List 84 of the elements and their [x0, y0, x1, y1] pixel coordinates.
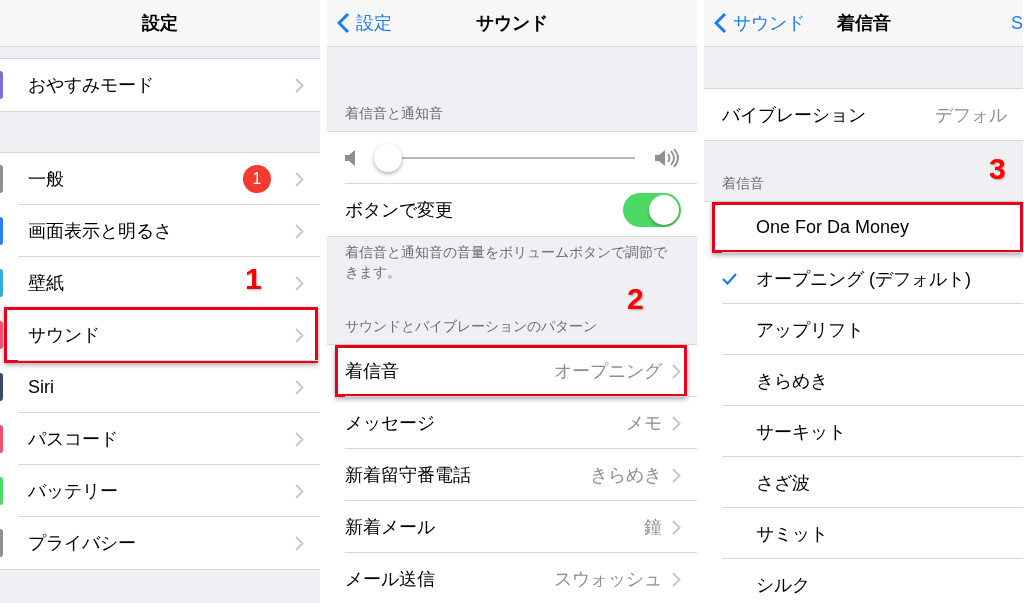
row-label: アップリフト [756, 318, 864, 342]
list-item[interactable]: バイブレーション デフォル [704, 89, 1023, 140]
back-chevron-icon [337, 12, 350, 34]
row-value: メモ [626, 412, 662, 436]
row-value: デフォル [935, 103, 1007, 127]
row-label: オープニング (デフォルト) [756, 267, 971, 291]
list-item[interactable]: プライバシー [0, 517, 320, 569]
step-number: 1 [245, 262, 262, 296]
list-item[interactable]: サミット [704, 508, 1023, 559]
row-value: スウォッシュ [554, 568, 662, 592]
row-label: おやすみモード [28, 74, 154, 97]
list-item[interactable]: シルク [704, 559, 1023, 603]
list-item[interactable]: バッテリー [0, 465, 320, 517]
row-label: Siri [28, 376, 54, 398]
notification-badge: 1 [243, 165, 271, 193]
row-value: オープニング [554, 360, 662, 384]
list-item[interactable]: 着信音 オープニング [327, 345, 697, 398]
toggle-switch[interactable] [623, 193, 681, 227]
slider-thumb[interactable] [374, 144, 402, 172]
row-label: バッテリー [28, 480, 118, 503]
chevron-icon [295, 379, 304, 395]
section-header: サウンドとバイブレーションのパターン [345, 318, 597, 337]
chevron-icon [672, 519, 681, 535]
list-item[interactable]: メッセージ メモ [327, 397, 697, 450]
back-button[interactable]: サウンド [704, 10, 811, 36]
chevron-icon [295, 171, 304, 187]
list-item[interactable]: アップリフト [704, 304, 1023, 355]
row-value: 鐘 [644, 516, 662, 540]
row-value: きらめき [590, 464, 662, 488]
list-item[interactable]: One For Da Money [704, 202, 1023, 253]
list-item[interactable]: きらめき [704, 355, 1023, 406]
list-item[interactable]: おやすみモード [0, 59, 320, 111]
list-item[interactable]: パスコード [0, 413, 320, 465]
list-item[interactable]: オープニング (デフォルト) [704, 253, 1023, 304]
row-label: 新着メール [345, 516, 435, 540]
chevron-icon [295, 77, 304, 93]
chevron-icon [672, 467, 681, 483]
list-item[interactable]: 新着メール 鐘 [327, 501, 697, 554]
list-item[interactable]: メール送信 スウォッシュ [327, 553, 697, 603]
list-item[interactable]: 画面表示と明るさ [0, 205, 320, 257]
back-chevron-icon [714, 12, 727, 34]
row-label: シルク [756, 573, 810, 597]
chevron-icon [295, 431, 304, 447]
section-header: 着信音 [722, 175, 764, 193]
row-label: サーキット [756, 420, 846, 444]
list-item[interactable]: さざ波 [704, 457, 1023, 508]
row-label: One For Da Money [756, 217, 910, 238]
section-header: 着信音と通知音 [345, 105, 443, 123]
list-item[interactable]: サーキット [704, 406, 1023, 457]
chevron-icon [672, 571, 681, 587]
chevron-icon [295, 223, 304, 239]
row-label: さざ波 [756, 471, 810, 495]
row-label: サミット [756, 522, 828, 546]
chevron-icon [295, 483, 304, 499]
chevron-icon [295, 275, 304, 291]
nav-title: サウンド [476, 12, 548, 35]
row-label: メール送信 [345, 568, 435, 592]
row-label: 一般 [28, 168, 64, 191]
back-button[interactable]: 設定 [327, 10, 398, 36]
row-label: 新着留守番電話 [345, 464, 471, 488]
row-label: 着信音 [345, 360, 399, 384]
list-item[interactable]: 新着留守番電話 きらめき [327, 449, 697, 502]
row-label: きらめき [756, 369, 828, 393]
chevron-icon [295, 327, 304, 343]
row-label: バイブレーション [722, 103, 866, 127]
step-number: 3 [989, 152, 1006, 186]
row-label: パスコード [28, 428, 118, 451]
nav-title: 設定 [142, 12, 178, 35]
row-label: サウンド [28, 324, 100, 347]
chevron-icon [672, 415, 681, 431]
row-label: プライバシー [28, 532, 136, 555]
chevron-icon [672, 363, 681, 379]
speaker-high-icon [655, 148, 679, 168]
nav-title: 着信音 [836, 12, 891, 35]
nav-button[interactable]: S [1011, 12, 1023, 34]
list-item[interactable]: 一般 1 [0, 153, 320, 205]
row-label: 壁紙 [28, 272, 64, 295]
list-item[interactable]: サウンド [0, 309, 320, 361]
row-label: ボタンで変更 [345, 199, 453, 222]
chevron-icon [295, 535, 304, 551]
speaker-low-icon [345, 150, 355, 166]
row-label: メッセージ [345, 412, 435, 436]
row-label: 画面表示と明るさ [28, 220, 172, 243]
list-item[interactable]: Siri [0, 361, 320, 413]
